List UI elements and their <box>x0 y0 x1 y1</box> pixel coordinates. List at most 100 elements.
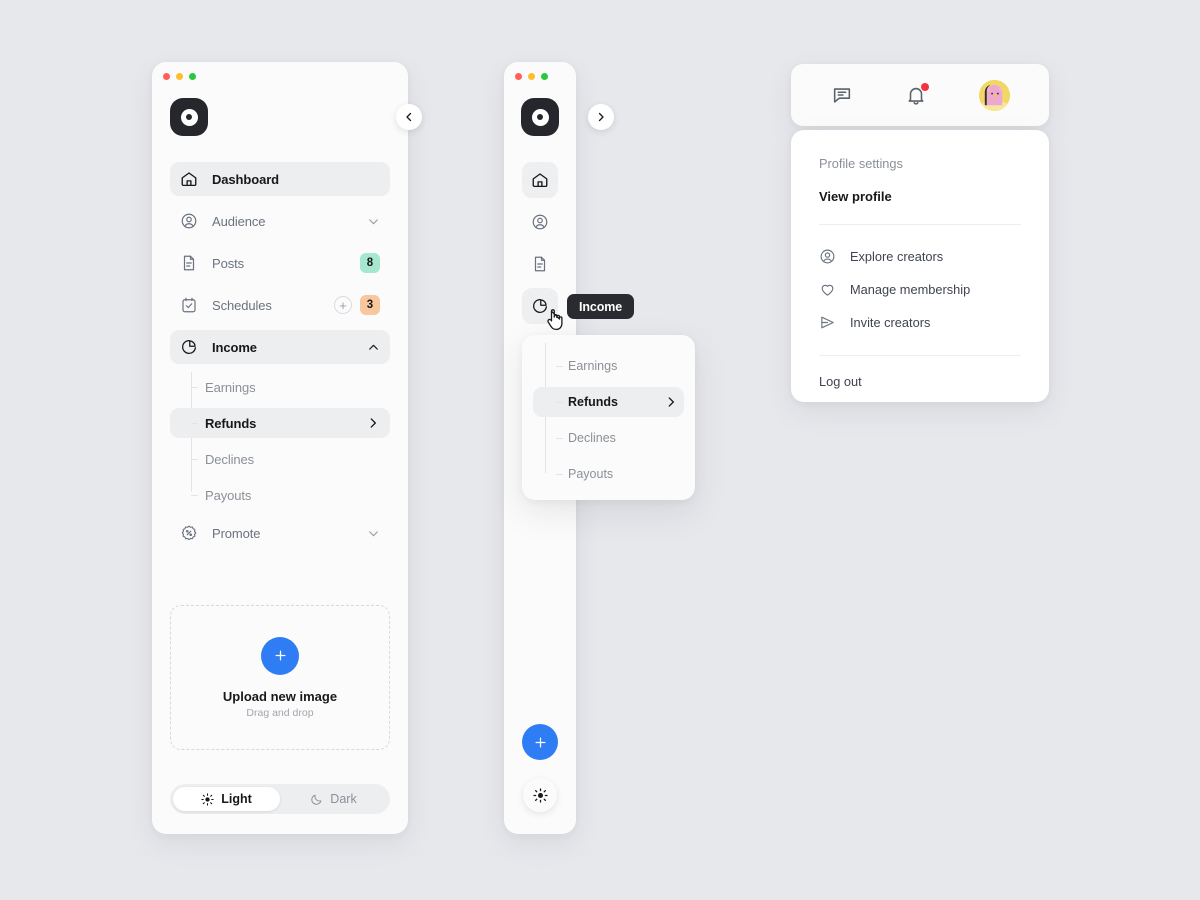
close-dot[interactable] <box>515 73 522 80</box>
collapsed-nav-rail <box>504 162 576 330</box>
sidebar-item-label: Dashboard <box>212 171 280 187</box>
notification-dot <box>920 83 929 91</box>
menu-divider-top <box>819 224 1021 225</box>
moon-icon <box>310 793 323 806</box>
maximize-dot[interactable] <box>189 73 196 80</box>
user-avatar[interactable] <box>978 79 1010 111</box>
expand-sidebar-button[interactable] <box>588 104 614 130</box>
chevron-down-icon[interactable] <box>367 527 380 540</box>
schedules-badge: 3 <box>360 295 380 315</box>
view-profile-link[interactable]: View profile <box>819 189 1021 204</box>
submenu-item-label: Earnings <box>205 379 256 395</box>
rail-item-posts[interactable] <box>522 246 558 282</box>
submenu-item-refunds[interactable]: Refunds <box>170 408 390 438</box>
rail-item-audience[interactable] <box>522 204 558 240</box>
sun-icon <box>201 792 214 806</box>
income-tooltip: Income <box>567 294 635 319</box>
close-dot[interactable] <box>163 73 170 80</box>
submenu-item-label: Declines <box>205 451 255 467</box>
sidebar-item-label: Promote <box>212 525 261 541</box>
percent-badge-icon <box>180 524 198 542</box>
collapsed-rail-bottom <box>504 724 576 812</box>
upload-subtitle: Drag and drop <box>246 706 314 719</box>
maximize-dot[interactable] <box>541 73 548 80</box>
sidebar-item-posts[interactable]: Posts 8 <box>170 246 390 280</box>
menu-item-invite-creators[interactable]: Invite creators <box>819 309 1021 335</box>
home-icon <box>180 170 198 188</box>
flyout-item-label: Payouts <box>568 467 614 481</box>
upload-dropzone[interactable]: Upload new image Drag and drop <box>170 605 390 750</box>
menu-item-label: Invite creators <box>850 314 931 330</box>
add-schedule-button[interactable]: + <box>334 296 352 314</box>
send-icon <box>819 314 836 331</box>
screen: Dashboard Audience Posts 8 Schedules + 3… <box>0 0 1200 900</box>
sidebar-item-label: Schedules <box>212 297 272 313</box>
user-circle-icon <box>531 213 549 231</box>
posts-badge: 8 <box>360 253 380 273</box>
menu-item-label: Explore creators <box>850 248 944 264</box>
home-icon <box>531 171 549 189</box>
sun-icon <box>532 787 548 803</box>
sidebar-item-promote[interactable]: Promote <box>170 516 390 550</box>
menu-item-label: Manage membership <box>850 281 971 297</box>
submenu-item-payouts[interactable]: Payouts <box>181 480 390 510</box>
minimize-dot[interactable] <box>176 73 183 80</box>
submenu-item-label: Payouts <box>205 487 252 503</box>
document-icon <box>180 254 198 272</box>
theme-option-light-label: Light <box>221 792 252 806</box>
flyout-item-declines[interactable]: Declines <box>545 423 684 453</box>
bell-icon[interactable] <box>905 83 929 106</box>
profile-dropdown-menu: Profile settings View profile Explore cr… <box>791 130 1049 402</box>
menu-item-manage-membership[interactable]: Manage membership <box>819 276 1021 302</box>
sidebar-item-income[interactable]: Income <box>170 330 390 364</box>
sidebar-item-dashboard[interactable]: Dashboard <box>170 162 390 196</box>
theme-option-light[interactable]: Light <box>173 787 280 811</box>
sidebar-nav: Dashboard Audience Posts 8 Schedules + 3… <box>170 162 390 558</box>
chevron-right-icon <box>595 111 607 123</box>
user-circle-icon <box>180 212 198 230</box>
app-logo[interactable] <box>170 98 208 136</box>
income-submenu: Earnings Refunds Declines Payouts <box>170 372 390 510</box>
expanded-sidebar: Dashboard Audience Posts 8 Schedules + 3… <box>152 62 408 834</box>
theme-option-dark-label: Dark <box>330 792 357 806</box>
sidebar-item-label: Audience <box>212 213 266 229</box>
menu-item-explore-creators[interactable]: Explore creators <box>819 243 1021 269</box>
submenu-item-declines[interactable]: Declines <box>181 444 390 474</box>
sidebar-item-label: Posts <box>212 255 245 271</box>
theme-toggle[interactable]: Light Dark <box>170 784 390 814</box>
window-traffic-lights <box>515 73 548 80</box>
flyout-item-earnings[interactable]: Earnings <box>545 351 684 381</box>
pie-chart-icon <box>180 338 198 356</box>
chevron-left-icon <box>403 111 415 123</box>
calendar-check-icon <box>180 296 198 314</box>
profile-topbar <box>791 64 1049 126</box>
submenu-item-label: Refunds <box>205 415 257 431</box>
flyout-item-label: Earnings <box>568 359 618 373</box>
document-icon <box>531 255 549 273</box>
sidebar-item-label: Income <box>212 339 257 355</box>
minimize-dot[interactable] <box>528 73 535 80</box>
upload-title: Upload new image <box>222 688 338 704</box>
window-traffic-lights <box>163 73 196 80</box>
theme-toggle-button[interactable] <box>523 778 557 812</box>
collapse-sidebar-button[interactable] <box>396 104 422 130</box>
chevron-down-icon[interactable] <box>367 215 380 228</box>
sidebar-item-audience[interactable]: Audience <box>170 204 390 238</box>
submenu-item-earnings[interactable]: Earnings <box>181 372 390 402</box>
flyout-item-label: Refunds <box>568 395 618 409</box>
logout-button[interactable]: Log out <box>819 374 1021 389</box>
flyout-item-refunds[interactable]: Refunds <box>533 387 684 417</box>
upload-plus-button[interactable] <box>522 724 558 760</box>
flyout-item-payouts[interactable]: Payouts <box>545 459 684 489</box>
mouse-cursor <box>546 309 565 336</box>
theme-option-dark[interactable]: Dark <box>280 787 387 811</box>
sidebar-item-schedules[interactable]: Schedules + 3 <box>170 288 390 322</box>
flyout-item-label: Declines <box>568 431 616 445</box>
upload-plus-button[interactable] <box>261 636 299 675</box>
rail-item-dashboard[interactable] <box>522 162 558 198</box>
heart-icon <box>819 281 836 298</box>
app-logo[interactable] <box>521 98 559 136</box>
chevron-up-icon[interactable] <box>367 341 380 354</box>
chevron-right-icon <box>664 395 678 409</box>
chat-bubble-icon[interactable] <box>831 84 853 106</box>
